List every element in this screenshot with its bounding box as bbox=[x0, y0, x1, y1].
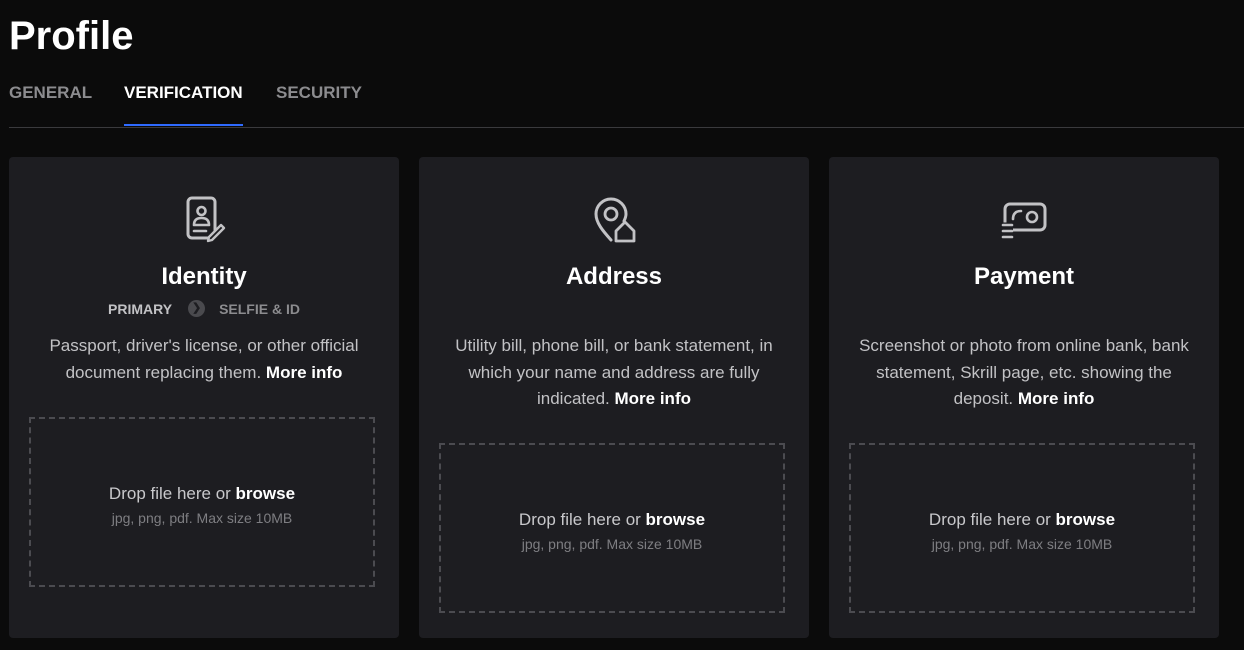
profile-tabs: GENERAL VERIFICATION SECURITY bbox=[9, 82, 1244, 128]
file-dropzone[interactable]: Drop file here or browse jpg, png, pdf. … bbox=[29, 417, 375, 587]
tab-security[interactable]: SECURITY bbox=[276, 82, 362, 126]
card-description: Utility bill, phone bill, or bank statem… bbox=[443, 333, 785, 413]
verification-steps: PRIMARY ❯ SELFIE & ID bbox=[9, 300, 399, 318]
browse-link[interactable]: browse bbox=[1056, 510, 1116, 529]
chevron-right-icon: ❯ bbox=[188, 300, 206, 318]
file-dropzone[interactable]: Drop file here or browse jpg, png, pdf. … bbox=[849, 443, 1195, 613]
card-description: Screenshot or photo from online bank, ba… bbox=[853, 333, 1195, 413]
step-selfie-id: SELFIE & ID bbox=[219, 301, 300, 317]
browse-link[interactable]: browse bbox=[646, 510, 706, 529]
file-dropzone[interactable]: Drop file here or browse jpg, png, pdf. … bbox=[439, 443, 785, 613]
step-primary: PRIMARY bbox=[108, 301, 173, 317]
card-title: Payment bbox=[973, 263, 1075, 290]
card-title: Identity bbox=[161, 263, 247, 290]
payment-card-icon bbox=[1001, 202, 1047, 239]
id-document-icon bbox=[186, 196, 226, 243]
drop-label: Drop file here or bbox=[108, 484, 231, 503]
drop-text: Drop file here or browse bbox=[851, 509, 1193, 531]
card-title: Address bbox=[565, 263, 663, 290]
drop-label: Drop file here or bbox=[518, 510, 641, 529]
drop-text: Drop file here or browse bbox=[441, 509, 783, 531]
tab-general[interactable]: GENERAL bbox=[9, 82, 92, 126]
more-info-link[interactable]: More info bbox=[1018, 389, 1095, 408]
tab-verification[interactable]: VERIFICATION bbox=[124, 82, 243, 126]
file-format-hint: jpg, png, pdf. Max size 10MB bbox=[521, 536, 703, 552]
payment-card: Payment Screenshot or photo from online … bbox=[829, 157, 1219, 638]
page-title: Profile bbox=[9, 14, 134, 58]
more-info-link[interactable]: More info bbox=[266, 363, 343, 382]
drop-label: Drop file here or bbox=[928, 510, 1051, 529]
card-description: Passport, driver's license, or other off… bbox=[33, 333, 375, 386]
drop-text: Drop file here or browse bbox=[31, 483, 373, 505]
more-info-link[interactable]: More info bbox=[615, 389, 692, 408]
identity-card: Identity PRIMARY ❯ SELFIE & ID Passport, d… bbox=[9, 157, 399, 638]
browse-link[interactable]: browse bbox=[236, 484, 296, 503]
location-home-icon bbox=[594, 197, 636, 243]
file-format-hint: jpg, png, pdf. Max size 10MB bbox=[111, 510, 293, 526]
file-format-hint: jpg, png, pdf. Max size 10MB bbox=[931, 536, 1113, 552]
address-card: Address Utility bill, phone bill, or ban… bbox=[419, 157, 809, 638]
